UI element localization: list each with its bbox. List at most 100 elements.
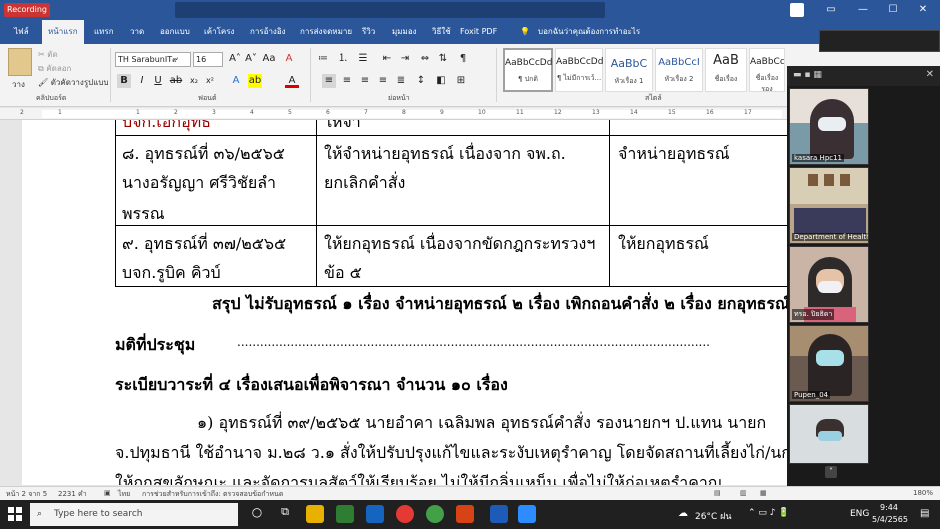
participant-tile[interactable] [789, 404, 869, 464]
menu-help[interactable]: วิธีใช้ [432, 20, 451, 44]
menu-foxit[interactable]: Foxit PDF [460, 20, 497, 44]
menu-draw[interactable]: วาด [130, 20, 144, 44]
restore-ribbon-icon[interactable]: ▭ [816, 2, 846, 18]
justify-icon[interactable]: ≡ [376, 74, 390, 88]
style-normal[interactable]: AaBbCcDd ¶ ปกติ [503, 48, 553, 92]
task-view-icon[interactable]: ⧉ [276, 505, 294, 523]
sort-icon[interactable]: ⇅ [436, 52, 450, 66]
distributed-icon[interactable]: ≣ [394, 74, 408, 88]
menu-file[interactable]: ไฟล์ [14, 20, 29, 44]
superscript-icon[interactable]: x² [203, 74, 217, 88]
focus-icon[interactable]: ▤ [714, 489, 721, 497]
clock-time[interactable]: 9:44 [880, 503, 898, 512]
align-center-icon[interactable]: ≡ [340, 74, 354, 88]
grow-font-icon[interactable]: A˄ [228, 52, 242, 66]
taskbar-search-box[interactable]: ⌕ Type here to search [30, 503, 238, 526]
minimize-button[interactable]: — [848, 2, 878, 18]
input-language[interactable]: ENG [850, 509, 869, 519]
grid-view-icon[interactable]: ▬ ▪ ▦ [793, 70, 822, 80]
title-search-box[interactable] [175, 2, 605, 18]
shrink-font-icon[interactable]: A˅ [244, 52, 258, 66]
zoom-level[interactable]: 180% [913, 489, 933, 497]
increase-indent-icon[interactable]: ⇥ [398, 52, 412, 66]
weather-icon[interactable]: ☁ [678, 508, 688, 519]
chevron-down-icon[interactable]: ˅ [825, 466, 837, 478]
menu-mailings[interactable]: การส่งจดหมาย [300, 20, 352, 44]
participant-tile[interactable]: Pupen_04 [789, 325, 869, 402]
menu-design[interactable]: ออกแบบ [160, 20, 190, 44]
bold-icon[interactable]: B [117, 74, 131, 88]
multilevel-list-icon[interactable]: ☰ [356, 52, 370, 66]
system-tray-icons[interactable]: ⌃ ▭ ♪ 🔋 [748, 508, 790, 518]
profile-icon[interactable] [790, 3, 804, 17]
powerpoint-icon[interactable] [456, 505, 474, 523]
paste-label[interactable]: วาง [12, 78, 25, 91]
mail-icon[interactable] [366, 505, 384, 523]
cortana-icon[interactable]: ○ [248, 505, 266, 523]
menu-view[interactable]: มุมมอง [392, 20, 417, 44]
word-count[interactable]: 2231 คำ [58, 489, 87, 500]
cut-button[interactable]: ✂ ตัด [38, 48, 58, 61]
menu-insert[interactable]: แทรก [94, 20, 114, 44]
close-icon[interactable]: ✕ [926, 69, 934, 80]
print-layout-icon[interactable]: ▦ [760, 489, 767, 497]
read-mode-icon[interactable]: ▥ [740, 489, 747, 497]
tell-me-search[interactable]: บอกฉันว่าคุณต้องการทำอะไร [538, 20, 640, 44]
shading-icon[interactable]: ◧ [434, 74, 448, 88]
language[interactable]: ไทย [118, 489, 130, 500]
word-icon[interactable] [490, 505, 508, 523]
participant-tile[interactable]: kasara Hpc11 [789, 88, 869, 165]
align-right-icon[interactable]: ≡ [358, 74, 372, 88]
style-subtitle[interactable]: AaBbCcD ชื่อเรื่องรอง [749, 48, 785, 92]
weather-text[interactable]: 26°C ฝน [695, 509, 732, 523]
font-color-icon[interactable]: A [285, 74, 299, 88]
app-icon[interactable] [336, 505, 354, 523]
windows-start-icon[interactable] [8, 507, 22, 521]
copy-button[interactable]: ⧉ คัดลอก [38, 62, 71, 75]
strikethrough-icon[interactable]: ab [169, 74, 183, 88]
show-marks-icon[interactable]: ¶ [456, 52, 470, 66]
style-heading1[interactable]: AaBbC หัวเรื่อง 1 [605, 48, 653, 92]
borders-icon[interactable]: ⊞ [454, 74, 468, 88]
bullets-icon[interactable]: ≔ [316, 52, 330, 66]
zoom-control-bar[interactable] [819, 30, 940, 52]
change-case-icon[interactable]: Aa [262, 52, 276, 66]
proofing-icon[interactable]: ▣ [104, 489, 111, 497]
numbering-icon[interactable]: ⒈ [336, 52, 350, 66]
italic-icon[interactable]: I [135, 74, 149, 88]
thai-distributed-icon[interactable]: ⇔ [418, 52, 432, 66]
menu-home[interactable]: หน้าแรก [42, 20, 84, 44]
close-button[interactable]: ✕ [908, 2, 938, 18]
participant-tile[interactable]: Department of Health - 03 [789, 167, 869, 244]
chrome-icon[interactable] [396, 505, 414, 523]
menu-layout[interactable]: เค้าโครง [204, 20, 234, 44]
document-area[interactable]: บจก.เอกอุทธ ให้จำ ๘. อุทธรณ์ที่ ๓๖/๒๕๖๕ … [0, 120, 787, 485]
document-page[interactable]: บจก.เอกอุทธ ให้จำ ๘. อุทธรณ์ที่ ๓๖/๒๕๖๕ … [22, 120, 787, 485]
horizontal-ruler[interactable]: 2 1 1 2 3 4 5 6 7 8 9 10 11 12 13 14 15 … [0, 108, 787, 120]
format-painter-button[interactable]: 🖌 ตัวคัดวางรูปแบบ [38, 76, 109, 89]
file-explorer-icon[interactable] [306, 505, 324, 523]
font-size-select[interactable]: 16 [193, 52, 223, 67]
accessibility-status[interactable]: การช่วยสำหรับการเข้าถึง: ตรวจสอบข้อกำหนด [142, 489, 283, 500]
line-spacing-icon[interactable]: ↕ [414, 74, 428, 88]
menu-references[interactable]: การอ้างอิง [250, 20, 286, 44]
page-count[interactable]: หน้า 2 จาก 5 [6, 489, 47, 500]
clear-format-icon[interactable]: A [282, 52, 296, 66]
notification-icon[interactable]: ▤ [920, 508, 929, 519]
paste-icon[interactable] [8, 48, 32, 76]
text-effects-icon[interactable]: A [229, 74, 243, 88]
decrease-indent-icon[interactable]: ⇤ [380, 52, 394, 66]
chrome-profile-icon[interactable] [426, 505, 444, 523]
font-name-select[interactable]: TH SarabunIT๙ [115, 52, 191, 67]
maximize-button[interactable]: ☐ [878, 2, 908, 18]
underline-icon[interactable]: U [151, 74, 165, 88]
style-heading2[interactable]: AaBbCcI หัวเรื่อง 2 [655, 48, 703, 92]
highlight-icon[interactable]: ab [248, 74, 262, 88]
zoom-icon[interactable] [518, 505, 536, 523]
subscript-icon[interactable]: x₂ [187, 74, 201, 88]
align-left-icon[interactable]: ≡ [322, 74, 336, 88]
style-no-spacing[interactable]: AaBbCcDd ¶ ไม่มีการเว้... [555, 48, 603, 92]
participant-tile[interactable]: ทรอ. ปิยธิดา [789, 246, 869, 323]
menu-review[interactable]: รีวิว [362, 20, 375, 44]
clock-date[interactable]: 5/4/2565 [872, 515, 908, 524]
